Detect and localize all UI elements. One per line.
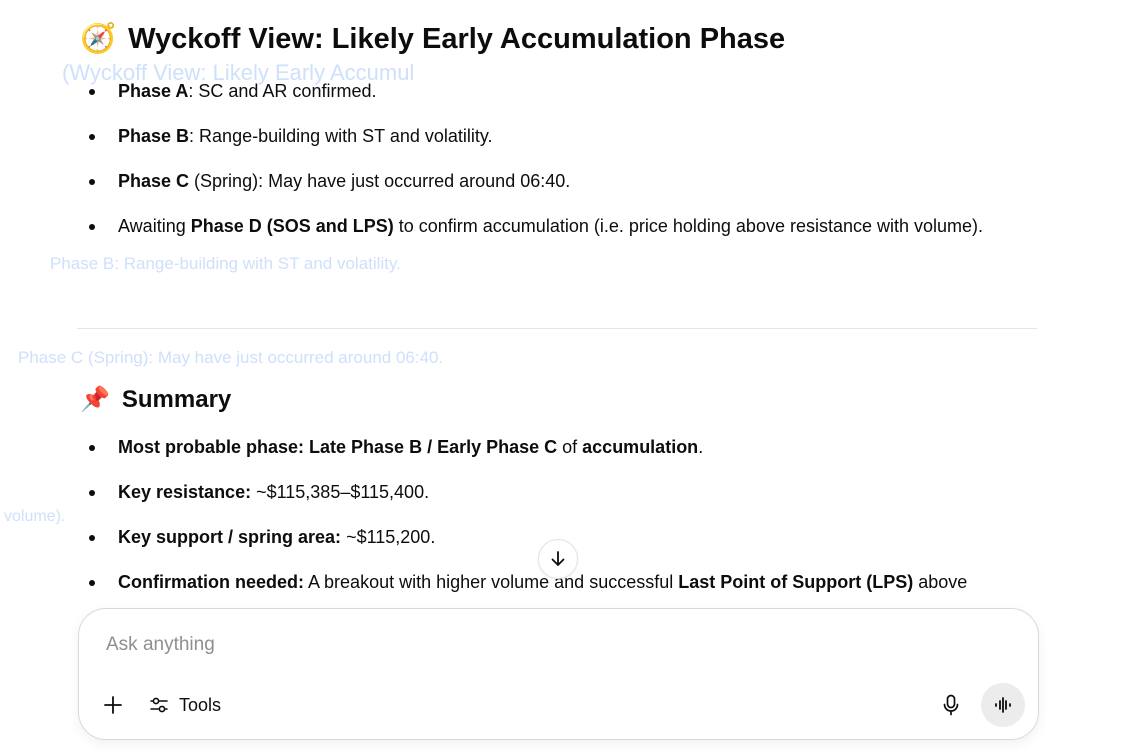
ghost-text-4: volume). bbox=[4, 508, 66, 525]
list-item: Confirmation needed: A breakout with hig… bbox=[80, 565, 1080, 600]
add-attachment-button[interactable] bbox=[97, 689, 129, 721]
wyckoff-heading: 🧭 Wyckoff View: Likely Early Accumulatio… bbox=[80, 22, 785, 56]
plus-icon bbox=[104, 696, 122, 714]
dictate-button[interactable] bbox=[935, 689, 967, 721]
sliders-icon bbox=[149, 695, 169, 715]
ghost-text-2: Phase B: Range-building with ST and vola… bbox=[50, 254, 401, 273]
item-bold-2: accumulation bbox=[582, 437, 699, 457]
section-divider bbox=[77, 328, 1037, 329]
scroll-to-bottom-button[interactable] bbox=[538, 539, 578, 579]
chat-composer: Tools bbox=[78, 608, 1039, 740]
item-text: ~$115,385–$115,400. bbox=[251, 482, 430, 502]
list-item: Phase B: Range-building with ST and vola… bbox=[80, 119, 1010, 154]
item-bold: Confirmation needed: bbox=[118, 572, 305, 592]
summary-title: Summary bbox=[121, 385, 232, 413]
item-tail: above bbox=[913, 572, 968, 592]
item-pre: Awaiting bbox=[118, 216, 191, 236]
item-bold: Key support / spring area: bbox=[118, 527, 342, 547]
item-text: to confirm accumulation (i.e. price hold… bbox=[393, 216, 984, 236]
item-tail: . bbox=[698, 437, 704, 457]
compass-icon: 🧭 bbox=[80, 23, 117, 55]
list-item: Key resistance: ~$115,385–$115,400. bbox=[80, 475, 1080, 510]
item-text: : SC and AR confirmed. bbox=[188, 81, 377, 101]
list-item: Phase A: SC and AR confirmed. bbox=[80, 74, 1010, 109]
prompt-input[interactable] bbox=[104, 631, 988, 659]
voice-mode-button[interactable] bbox=[981, 683, 1025, 727]
item-text: (Spring): May have just occurred around … bbox=[189, 171, 571, 191]
item-bold: Phase B bbox=[118, 126, 190, 146]
item-bold: Key resistance: bbox=[118, 482, 252, 502]
item-text: ~$115,200. bbox=[341, 527, 436, 547]
summary-list: Most probable phase: Late Phase B / Earl… bbox=[80, 430, 1080, 610]
tools-label: Tools bbox=[179, 694, 222, 715]
item-bold: Phase C bbox=[118, 171, 190, 191]
item-text: A breakout with higher volume and succes… bbox=[304, 572, 679, 592]
ghost-text-3: Phase C (Spring): May have just occurred… bbox=[18, 348, 444, 367]
item-bold: Phase A bbox=[118, 81, 189, 101]
list-item: Most probable phase: Late Phase B / Earl… bbox=[80, 430, 1080, 465]
wyckoff-list: Phase A: SC and AR confirmed. Phase B: R… bbox=[80, 74, 1010, 254]
item-text: of bbox=[557, 437, 583, 457]
item-bold: Most probable phase: Late Phase B / Earl… bbox=[118, 437, 558, 457]
pushpin-icon: 📌 bbox=[80, 386, 110, 413]
summary-heading: 📌 Summary bbox=[80, 385, 231, 414]
wyckoff-title: Wyckoff View: Likely Early Accumulation … bbox=[128, 22, 786, 55]
list-item: Awaiting Phase D (SOS and LPS) to confir… bbox=[80, 209, 1010, 244]
item-bold-2: Last Point of Support (LPS) bbox=[678, 572, 914, 592]
arrow-down-icon bbox=[551, 551, 565, 566]
list-item: Phase C (Spring): May have just occurred… bbox=[80, 164, 1010, 199]
item-bold: Phase D (SOS and LPS) bbox=[190, 216, 394, 236]
item-text: : Range-building with ST and volatility. bbox=[189, 126, 493, 146]
list-item: Key support / spring area: ~$115,200. bbox=[80, 520, 1080, 555]
microphone-icon bbox=[943, 694, 959, 716]
chat-page: (Wyckoff View: Likely Early Accumul Phas… bbox=[0, 0, 1141, 752]
voice-waveform-icon bbox=[995, 697, 1011, 713]
tools-button[interactable]: Tools bbox=[143, 689, 227, 721]
